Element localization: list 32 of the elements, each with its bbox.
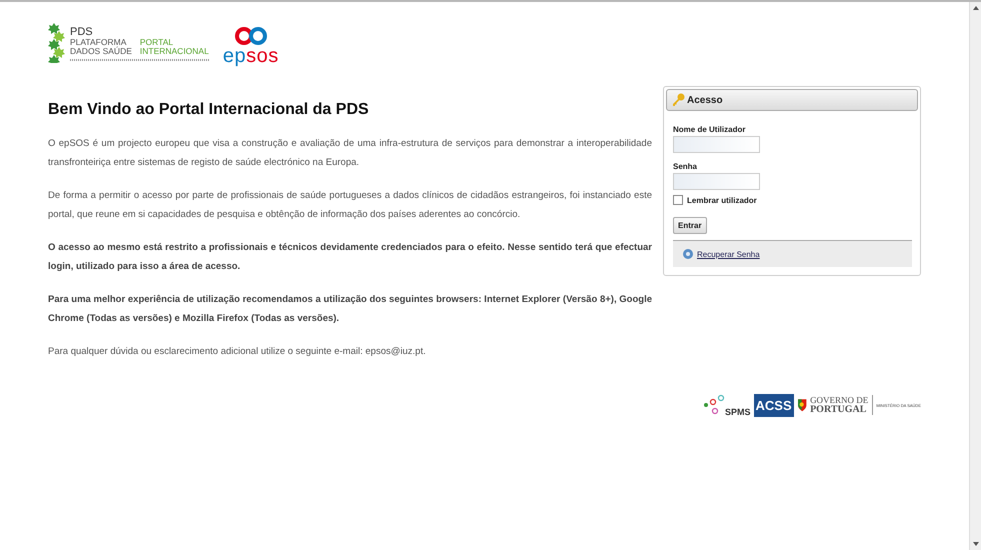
epsos-wordmark: epsos: [222, 46, 279, 66]
login-button[interactable]: Entrar: [673, 217, 707, 234]
paragraph: O acesso ao mesmo está restrito a profissionais e técnicos devidamente credenciados para o efeito. Nesse sentido terá que efectuar login, utilizado para isso a área de acesso.: [48, 241, 652, 274]
remember-checkbox[interactable]: [673, 195, 683, 205]
molecule-icon: [703, 393, 725, 417]
panel-title: Acesso: [687, 94, 723, 106]
logo-text: PLATAFORMA: [70, 38, 126, 46]
field-label: Senha: [673, 162, 698, 171]
username-field[interactable]: [673, 136, 760, 153]
pds-title: PDS: [70, 26, 94, 38]
spms-wordmark: SPMS: [725, 407, 751, 417]
infinity-icon: [234, 26, 268, 46]
cross-leaf-icon: [48, 23, 66, 63]
field-label: Nome de Utilizador: [673, 125, 746, 134]
key-icon: [671, 93, 685, 107]
logo-text: PORTAL: [140, 38, 174, 46]
paragraph: Para qualquer dúvida ou esclarecimento adicional utilize o seguinte e-mail: epsos@iuz.pt.: [48, 345, 427, 359]
logo-text: INTERNACIONAL: [140, 46, 209, 56]
logo-text: GOVERNO DE: [810, 395, 868, 405]
paragraph: O epSOS é um projecto europeu que visa a construção e avaliação de uma infra-estrutura de serviços para demonstrar a interoperabilidade transfronteiriça entre sistemas de registo de saúde electrónico na Europa.: [48, 137, 652, 170]
remember-label: Lembrar utilizador: [687, 196, 757, 204]
scroll-down-icon[interactable]: [972, 541, 980, 547]
password-field[interactable]: [673, 173, 760, 190]
logo-text: DADOS SAÚDE: [70, 46, 132, 56]
scroll-up-icon[interactable]: [972, 5, 980, 11]
page-heading: Bem Vindo ao Portal Internacional da PDS: [48, 101, 370, 119]
recover-password-link[interactable]: Recuperar Senha: [697, 250, 760, 258]
paragraph: De forma a permitir o acesso por parte de profissionais de saúde portugueses a dados clínicos de cidadãos estrangeiros, foi instanciado este portal, que reune em si capacidades de pesquisa e obtênção de informação dos países aderentes ao concórcio.: [48, 189, 652, 222]
acss-logo: ACSS: [754, 394, 794, 416]
paragraph: Para uma melhor experiência de utilização recomendamos a utilização dos seguintes browsers: Internet Explorer (Versão 8+), Google Chrome (Todas as versões) e Mozilla Firefox (Todas as versões).: [48, 293, 652, 326]
logo-text: PORTUGAL: [810, 405, 868, 415]
help-icon: [683, 249, 693, 259]
